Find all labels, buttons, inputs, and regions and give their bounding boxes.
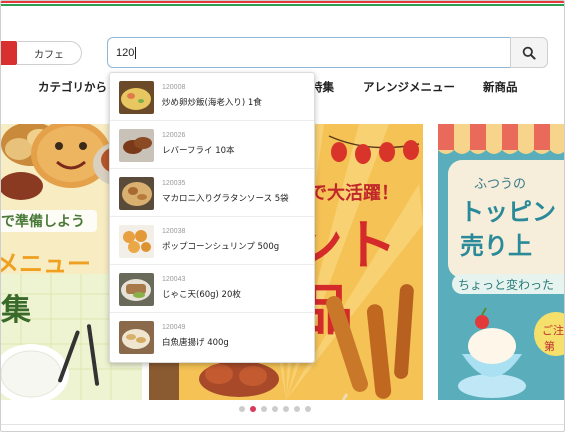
product-name: 炒め卵炒飯(海老入り) 1食 <box>162 98 262 108</box>
carousel-pagination <box>239 406 311 412</box>
carousel-dot[interactable] <box>294 406 300 412</box>
banner-right-text-4: ちょっと変わった <box>458 277 554 292</box>
product-name: レバーフライ 10本 <box>162 146 235 156</box>
product-thumbnail <box>119 177 154 210</box>
product-code: 120049 <box>162 324 186 331</box>
product-code: 120026 <box>162 132 186 139</box>
carousel-dot[interactable] <box>305 406 311 412</box>
product-thumbnail <box>119 129 154 162</box>
banner-left-text-2: メニュー <box>1 250 91 278</box>
product-name: マカロニ入りグラタンソース 5袋 <box>162 194 289 204</box>
product-thumbnail <box>119 81 154 114</box>
search-icon <box>522 46 536 60</box>
banner-right-art: ふつうの トッピン 売り上 ちょっと変わった ご注 第 <box>438 124 564 400</box>
carousel-dot[interactable] <box>239 406 245 412</box>
category-tab-accent <box>1 41 17 65</box>
suggestion-item[interactable]: 120043 じゃこ天(60g) 20枚 <box>110 265 314 313</box>
product-code: 120008 <box>162 84 186 91</box>
banner-right-badge: ご注 <box>542 323 564 337</box>
banner-right-text-2: トッピン <box>460 198 556 226</box>
banner-left-text-3: 集 <box>1 293 32 328</box>
suggestion-item[interactable]: 120008 炒め卵炒飯(海老入り) 1食 <box>110 73 314 121</box>
carousel-dot[interactable] <box>272 406 278 412</box>
banner-right-text-3: 売り上 <box>460 232 532 260</box>
app-window: カフェ 120 カテゴリから 特集 アレンジメニュー 新商品 で準備しよう メニ… <box>0 0 565 432</box>
product-code: 120043 <box>162 276 186 283</box>
suggestion-item[interactable]: 120026 レバーフライ 10本 <box>110 121 314 169</box>
banner-middle-text-1: で大活躍！ <box>309 182 399 204</box>
product-name: ポップコーンシュリンプ 500g <box>162 242 280 252</box>
carousel-dot-active[interactable] <box>250 406 256 412</box>
brand-stripe <box>1 1 564 8</box>
product-code: 120038 <box>162 228 186 235</box>
banner-left-text-1: で準備しよう <box>1 213 85 230</box>
product-name: じゃこ天(60g) 20枚 <box>162 290 241 300</box>
product-thumbnail <box>119 273 154 306</box>
suggestion-item[interactable]: 120038 ポップコーンシュリンプ 500g <box>110 217 314 265</box>
nav-item-arrange-menu[interactable]: アレンジメニュー <box>363 79 455 95</box>
carousel-dot[interactable] <box>283 406 289 412</box>
divider <box>1 424 564 425</box>
search-input[interactable]: 120 <box>107 37 511 68</box>
category-chip[interactable]: カフェ <box>17 41 82 65</box>
search-input-value: 120 <box>116 46 135 59</box>
banner-right-text-1: ふつうの <box>474 177 526 192</box>
nav-item-new-products[interactable]: 新商品 <box>483 79 518 95</box>
banner-right[interactable]: ふつうの トッピン 売り上 ちょっと変わった ご注 第 <box>438 124 564 400</box>
search-suggestions: 120008 炒め卵炒飯(海老入り) 1食 120026 レバーフライ 10本 … <box>109 72 315 363</box>
nav-item-category[interactable]: カテゴリから <box>38 79 107 95</box>
search-button[interactable] <box>510 37 548 68</box>
product-thumbnail <box>119 321 154 354</box>
product-name: 白魚唐揚げ 400g <box>162 338 229 348</box>
suggestion-item[interactable]: 120049 白魚唐揚げ 400g <box>110 313 314 361</box>
banner-right-badge-2: 第 <box>544 339 555 353</box>
product-thumbnail <box>119 225 154 258</box>
suggestion-item[interactable]: 120035 マカロニ入りグラタンソース 5袋 <box>110 169 314 217</box>
product-code: 120035 <box>162 180 186 187</box>
text-caret <box>135 46 137 59</box>
carousel-dot[interactable] <box>261 406 267 412</box>
